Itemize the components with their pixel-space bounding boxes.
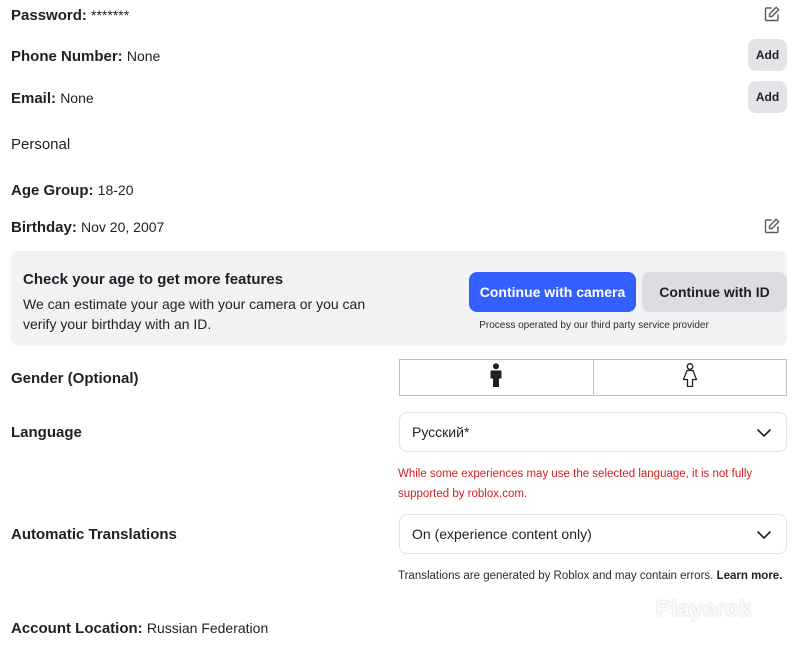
translations-selected: On (experience content only) — [412, 526, 592, 542]
continue-with-id-button[interactable]: Continue with ID — [642, 272, 787, 312]
birthday-value: Nov 20, 2007 — [81, 219, 165, 235]
email-label: Email: — [11, 90, 57, 107]
password-value: ******* — [91, 7, 130, 23]
age-group-value: 18-20 — [97, 182, 134, 198]
translations-label: Automatic Translations — [11, 526, 177, 543]
password-row: Password: ******* — [11, 5, 129, 26]
phone-value: None — [126, 48, 161, 64]
birthday-row: Birthday: Nov 20, 2007 — [11, 217, 164, 238]
gender-label: Gender (Optional) — [11, 370, 139, 387]
learn-more-link[interactable]: Learn more. — [717, 570, 783, 582]
age-group-label: Age Group: — [11, 182, 94, 199]
account-location-value: Russian Federation — [146, 620, 269, 636]
age-check-title: Check your age to get more features — [23, 271, 284, 288]
gender-option-female[interactable] — [593, 359, 787, 396]
email-row: Email: None — [11, 88, 94, 109]
add-email-button[interactable]: Add — [748, 81, 787, 113]
birthday-label: Birthday: — [11, 219, 77, 236]
account-location-label: Account Location: — [11, 620, 143, 637]
chevron-down-icon — [756, 527, 772, 543]
language-selected: Русский* — [412, 424, 470, 440]
edit-birthday-icon[interactable] — [763, 217, 781, 235]
continue-with-camera-button[interactable]: Continue with camera — [469, 272, 636, 312]
phone-row: Phone Number: None — [11, 46, 160, 67]
gender-selector — [399, 359, 787, 396]
language-warning: While some experiences may use the selec… — [398, 468, 753, 500]
female-icon — [682, 363, 698, 392]
chevron-down-icon — [756, 425, 772, 441]
edit-password-icon[interactable] — [763, 5, 781, 23]
phone-label: Phone Number: — [11, 48, 123, 65]
personal-section-title: Personal — [11, 136, 71, 153]
male-icon — [489, 363, 503, 392]
translations-note: Translations are generated by Roblox and… — [398, 566, 786, 586]
language-dropdown[interactable]: Русский* — [399, 412, 787, 452]
age-check-card: Check your age to get more features We c… — [11, 251, 787, 346]
gender-option-male[interactable] — [399, 359, 594, 396]
translations-note-text: Translations are generated by Roblox and… — [398, 570, 714, 582]
account-location-row: Account Location: Russian Federation — [11, 618, 268, 639]
watermark-logo: Playerok — [656, 596, 752, 621]
age-check-description: We can estimate your age with your camer… — [23, 296, 366, 332]
language-label: Language — [11, 424, 82, 441]
password-label: Password: — [11, 7, 87, 24]
age-group-row: Age Group: 18-20 — [11, 180, 133, 201]
provider-note: Process operated by our third party serv… — [479, 320, 709, 331]
translations-dropdown[interactable]: On (experience content only) — [399, 514, 787, 554]
email-value: None — [60, 90, 94, 106]
add-phone-button[interactable]: Add — [748, 39, 787, 71]
